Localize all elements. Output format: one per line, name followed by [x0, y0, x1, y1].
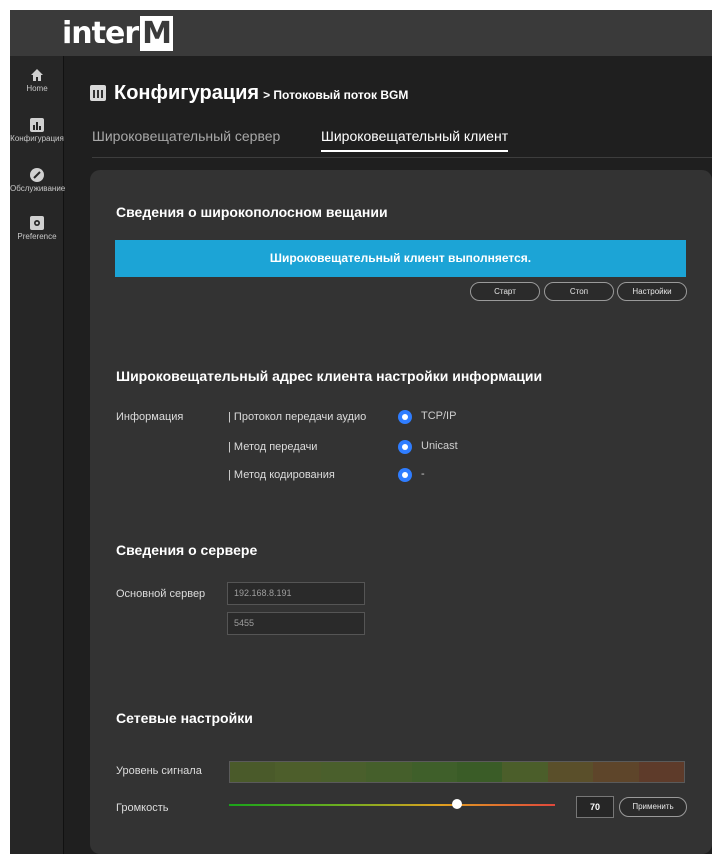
transfer-method-radio[interactable] — [398, 440, 412, 454]
signal-level-label: Уровень сигнала — [116, 765, 202, 777]
chart-icon — [30, 118, 44, 132]
encoding-method-value: - — [421, 468, 425, 480]
server-port-field[interactable]: 5455 — [227, 612, 365, 635]
signal-meter-segment — [411, 762, 458, 782]
apply-button[interactable]: Применить — [619, 797, 687, 817]
wrench-icon — [30, 168, 44, 182]
transfer-method-value: Unicast — [421, 440, 458, 452]
home-icon — [31, 69, 43, 81]
sidebar: Home Конфигурация Обслуживание Preferenc… — [10, 56, 66, 854]
server-ip-field[interactable]: 192.168.8.191 — [227, 582, 365, 605]
chart-icon — [90, 84, 106, 101]
page-header: Конфигурация > Потоковый поток BGM — [90, 82, 408, 105]
sidebar-item-label: Конфигурация — [10, 134, 64, 143]
page-title: Конфигурация — [114, 82, 260, 104]
top-bar: inter M — [10, 10, 712, 56]
breadcrumb: > Потоковый поток BGM — [263, 88, 409, 102]
volume-slider-handle[interactable] — [452, 799, 463, 809]
encoding-method-radio[interactable] — [398, 468, 412, 482]
tab-broadcast-server[interactable]: Широковещательный сервер — [92, 128, 280, 150]
sidebar-item-label: Обслуживание — [10, 184, 66, 193]
signal-level-meter — [229, 761, 685, 783]
content-panel: Сведения о широкополосном вещании Широко… — [90, 170, 712, 854]
gear-icon — [30, 216, 44, 230]
signal-meter-segment — [320, 762, 367, 782]
audio-protocol-radio[interactable] — [398, 410, 412, 424]
start-button[interactable]: Старт — [470, 282, 540, 301]
sidebar-item-configuration[interactable]: Конфигурация — [10, 118, 64, 143]
sidebar-item-label: Home — [26, 84, 48, 93]
logo-accent: M — [140, 16, 173, 51]
audio-protocol-label: | Протокол передачи аудио — [228, 411, 367, 423]
server-info-title: Сведения о сервере — [116, 542, 258, 558]
tab-bar: Широковещательный сервер Широковещательн… — [92, 128, 712, 158]
stop-button[interactable]: Стоп — [544, 282, 614, 301]
main-server-label: Основной сервер — [116, 588, 206, 600]
signal-meter-segment — [547, 762, 594, 782]
signal-meter-segment — [502, 762, 548, 782]
sidebar-item-label: Preference — [17, 232, 57, 241]
transfer-method-label: | Метод передачи — [228, 441, 318, 453]
info-label: Информация — [116, 411, 184, 423]
app-window: inter M Home Конфигурация Обслуживание Pr… — [10, 10, 712, 854]
audio-protocol-value: TCP/IP — [421, 410, 457, 422]
client-settings-title: Широковещательный адрес клиента настройк… — [116, 368, 543, 384]
volume-value-field[interactable]: 70 — [576, 796, 614, 818]
sidebar-item-home[interactable]: Home — [10, 68, 64, 93]
signal-meter-segment — [366, 762, 412, 782]
sidebar-item-maintenance[interactable]: Обслуживание — [10, 168, 66, 193]
sidebar-item-preference[interactable]: Preference — [10, 216, 64, 241]
signal-meter-segment — [593, 762, 639, 782]
network-settings-title: Сетевые настройки — [116, 710, 253, 726]
volume-slider[interactable] — [229, 804, 555, 806]
status-banner: Широковещательный клиент выполняется. — [115, 240, 686, 277]
volume-label: Громкость — [116, 802, 169, 814]
encoding-method-label: | Метод кодирования — [228, 469, 335, 481]
broadcast-info-title: Сведения о широкополосном вещании — [116, 204, 388, 220]
signal-meter-segment — [230, 762, 276, 782]
signal-meter-segment — [275, 762, 321, 782]
brand-logo[interactable]: inter M — [62, 16, 173, 51]
signal-meter-segment — [638, 762, 685, 782]
tab-broadcast-client[interactable]: Широковещательный клиент — [321, 128, 509, 152]
signal-meter-segment — [457, 762, 503, 782]
settings-button[interactable]: Настройки — [617, 282, 687, 301]
logo-text: inter — [62, 16, 139, 51]
